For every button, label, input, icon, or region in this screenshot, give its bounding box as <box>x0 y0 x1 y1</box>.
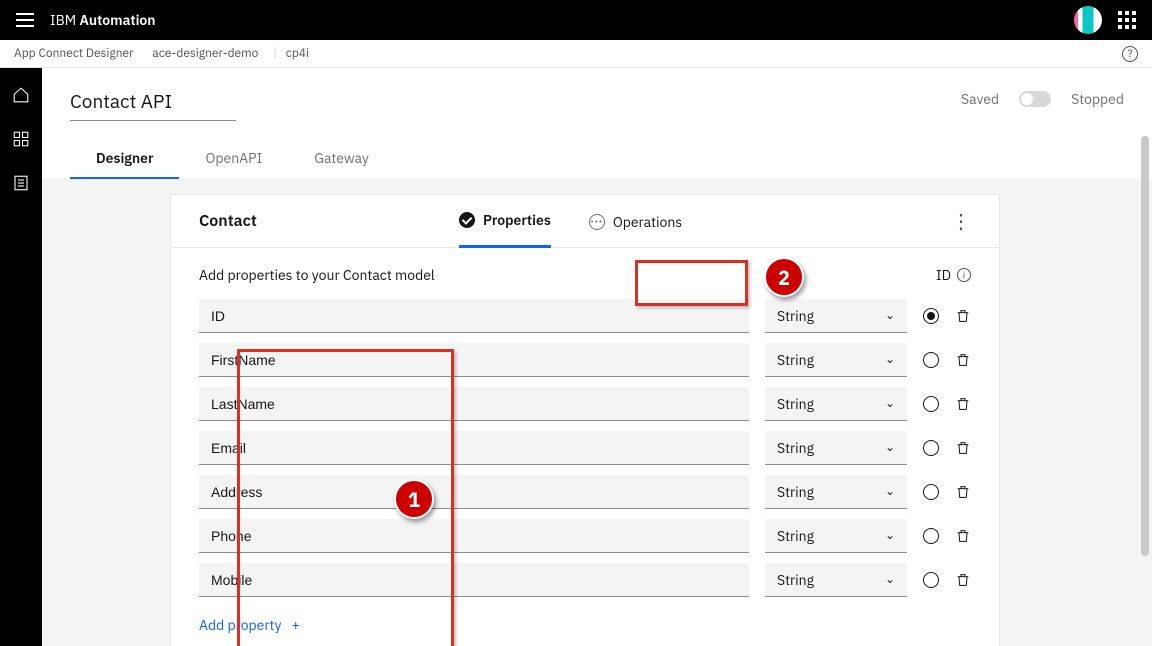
delete-icon[interactable] <box>955 439 971 457</box>
delete-icon[interactable] <box>955 571 971 589</box>
app-switcher-icon[interactable] <box>1118 11 1136 29</box>
property-row: String⌄ <box>199 558 971 602</box>
chevron-down-icon: ⌄ <box>885 528 895 543</box>
info-icon[interactable]: i <box>957 268 971 282</box>
brand-prefix: IBM <box>50 11 76 29</box>
global-header: IBM Automation <box>0 0 1152 40</box>
id-column-header: ID i <box>936 266 971 284</box>
id-radio[interactable] <box>923 484 939 500</box>
help-icon[interactable]: ? <box>1122 46 1138 62</box>
subtab-properties-label: Properties <box>483 211 551 229</box>
id-radio[interactable] <box>923 440 939 456</box>
id-radio[interactable] <box>923 352 939 368</box>
property-name-input[interactable] <box>199 299 749 333</box>
page-header: Contact API Saved Stopped <box>42 68 1152 121</box>
property-type-select[interactable]: String⌄ <box>765 343 907 377</box>
property-name-input[interactable] <box>199 431 749 465</box>
breadcrumb-bar: App Connect Designer ace-designer-demo |… <box>0 40 1152 68</box>
tab-designer[interactable]: Designer <box>70 139 179 179</box>
property-rows: String⌄ String⌄ String⌄ String⌄ String⌄ Strin… <box>199 294 971 602</box>
check-icon <box>459 212 475 228</box>
stopped-label: Stopped <box>1071 90 1124 108</box>
id-radio[interactable] <box>923 572 939 588</box>
subtab-operations[interactable]: ••• Operations <box>589 213 682 247</box>
property-name-input[interactable] <box>199 343 749 377</box>
chevron-down-icon: ⌄ <box>885 484 895 499</box>
property-type-select[interactable]: String⌄ <box>765 519 907 553</box>
tab-openapi[interactable]: OpenAPI <box>179 139 288 179</box>
page-title[interactable]: Contact API <box>70 90 236 121</box>
tab-gateway[interactable]: Gateway <box>288 139 395 179</box>
property-name-input[interactable] <box>199 519 749 553</box>
id-radio[interactable] <box>923 308 939 324</box>
body-instruction: Add properties to your Contact model <box>199 266 435 284</box>
property-name-input[interactable] <box>199 387 749 421</box>
delete-icon[interactable] <box>955 395 971 413</box>
app-name: App Connect Designer <box>14 46 134 61</box>
add-property-button[interactable]: Add property + <box>199 616 971 634</box>
subtab-operations-label: Operations <box>613 213 682 231</box>
saved-label: Saved <box>961 90 999 108</box>
panel-subtabs: Properties ••• Operations <box>459 211 682 231</box>
delete-icon[interactable] <box>955 483 971 501</box>
property-name-input[interactable] <box>199 563 749 597</box>
breadcrumb: App Connect Designer ace-designer-demo |… <box>14 46 315 61</box>
side-rail <box>0 68 42 646</box>
chevron-down-icon: ⌄ <box>885 308 895 323</box>
property-type-select[interactable]: String⌄ <box>765 387 907 421</box>
home-icon[interactable] <box>12 86 30 104</box>
header-right <box>1074 6 1136 34</box>
id-label: ID <box>936 266 951 284</box>
dashboard-icon[interactable] <box>12 130 30 148</box>
dots-icon: ••• <box>589 214 605 230</box>
delete-icon[interactable] <box>955 307 971 325</box>
panel-body: Add properties to your Contact model ID … <box>171 248 999 646</box>
property-type-select[interactable]: String⌄ <box>765 563 907 597</box>
chevron-down-icon: ⌄ <box>885 572 895 587</box>
id-radio[interactable] <box>923 528 939 544</box>
main-layout: Contact API Saved Stopped Designer OpenA… <box>0 68 1152 646</box>
main-content: Contact API Saved Stopped Designer OpenA… <box>42 68 1152 646</box>
breadcrumb-separator: | <box>273 46 277 61</box>
instance-name: ace-designer-demo <box>152 46 258 61</box>
status-area: Saved Stopped <box>961 90 1124 108</box>
header-left: IBM Automation <box>16 11 156 29</box>
property-row: String⌄ <box>199 514 971 558</box>
subtab-properties[interactable]: Properties <box>459 211 551 248</box>
catalog-icon[interactable] <box>12 174 30 192</box>
model-panel: Contact Properties ••• Operations ⋮ <box>170 194 1000 646</box>
property-type-select[interactable]: String⌄ <box>765 475 907 509</box>
body-header: Add properties to your Contact model ID … <box>199 266 971 284</box>
panel-area: Contact Properties ••• Operations ⋮ <box>42 180 1152 646</box>
property-type-select[interactable]: String⌄ <box>765 299 907 333</box>
property-row: String⌄ <box>199 470 971 514</box>
delete-icon[interactable] <box>955 351 971 369</box>
property-row: String⌄ <box>199 338 971 382</box>
avatar[interactable] <box>1074 6 1102 34</box>
env-name: cp4i <box>286 46 309 61</box>
brand-title: IBM Automation <box>50 11 156 29</box>
plus-icon: + <box>291 616 299 634</box>
add-property-label: Add property <box>199 616 281 634</box>
property-name-input[interactable] <box>199 475 749 509</box>
panel-title: Contact <box>199 211 459 231</box>
chevron-down-icon: ⌄ <box>885 440 895 455</box>
main-tabs: Designer OpenAPI Gateway <box>42 121 1152 180</box>
menu-icon[interactable] <box>16 13 34 27</box>
property-row: String⌄ <box>199 382 971 426</box>
chevron-down-icon: ⌄ <box>885 352 895 367</box>
delete-icon[interactable] <box>955 527 971 545</box>
property-row: String⌄ <box>199 426 971 470</box>
vertical-scrollbar[interactable] <box>1141 136 1149 556</box>
id-radio[interactable] <box>923 396 939 412</box>
property-row: String⌄ <box>199 294 971 338</box>
chevron-down-icon: ⌄ <box>885 396 895 411</box>
brand-name: Automation <box>79 11 155 29</box>
property-type-select[interactable]: String⌄ <box>765 431 907 465</box>
panel-header: Contact Properties ••• Operations ⋮ <box>171 195 999 248</box>
start-stop-toggle[interactable] <box>1019 91 1051 107</box>
